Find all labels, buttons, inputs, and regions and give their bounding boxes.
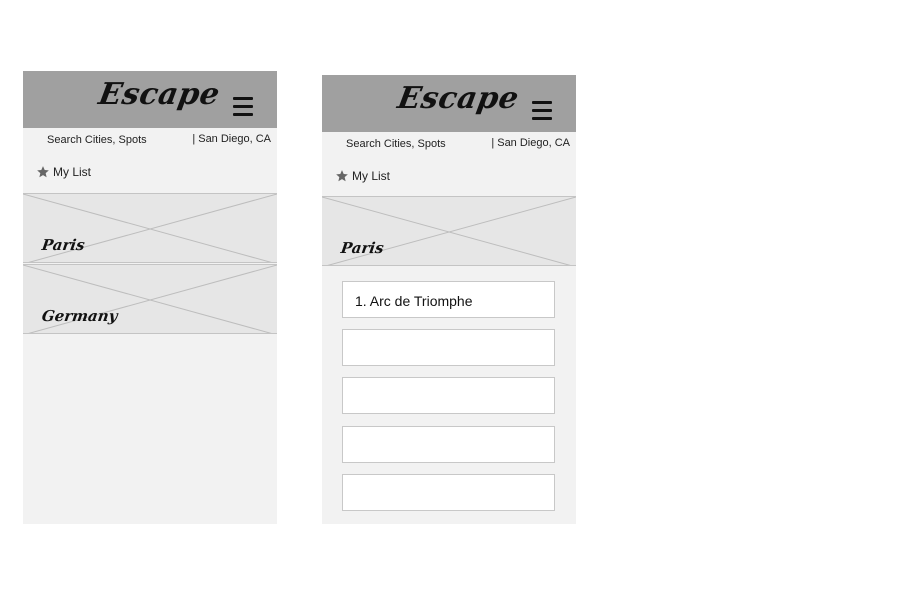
page: Escape | San Diego, CA My List Paris: [0, 0, 900, 600]
city-card-paris[interactable]: Paris: [322, 196, 576, 266]
hamburger-menu-icon[interactable]: [532, 101, 552, 121]
city-card-label: Paris: [40, 236, 86, 254]
spot-item[interactable]: [342, 329, 555, 366]
star-icon: [37, 166, 49, 178]
star-icon: [336, 170, 348, 182]
my-list-label: My List: [352, 169, 391, 183]
app-logo[interactable]: Escape: [96, 77, 223, 112]
spot-item[interactable]: [342, 377, 555, 414]
city-card-germany[interactable]: Germany: [23, 264, 277, 334]
location-selector[interactable]: | San Diego, CA: [192, 133, 271, 145]
search-input[interactable]: [342, 137, 486, 151]
search-bar: | San Diego, CA: [23, 128, 277, 150]
city-card-paris[interactable]: Paris: [23, 193, 277, 263]
my-list-link[interactable]: My List: [36, 164, 91, 180]
spot-item[interactable]: 1. Arc de Triomphe: [342, 281, 555, 318]
my-list-label: My List: [53, 165, 92, 179]
city-card-label: Paris: [339, 239, 385, 257]
app-header: Escape: [322, 75, 576, 132]
search-input[interactable]: [43, 133, 187, 147]
screen-city-list: Escape | San Diego, CA My List Paris: [23, 71, 277, 524]
city-card-label: Germany: [40, 307, 119, 325]
spot-item[interactable]: [342, 426, 555, 463]
screen-city-detail: Escape | San Diego, CA My List Paris 1. …: [322, 75, 576, 524]
search-bar: | San Diego, CA: [322, 132, 576, 154]
app-logo[interactable]: Escape: [395, 81, 522, 116]
spot-item[interactable]: [342, 474, 555, 511]
location-selector[interactable]: | San Diego, CA: [491, 137, 570, 149]
hamburger-menu-icon[interactable]: [233, 97, 253, 117]
app-header: Escape: [23, 71, 277, 128]
my-list-link[interactable]: My List: [335, 168, 390, 184]
